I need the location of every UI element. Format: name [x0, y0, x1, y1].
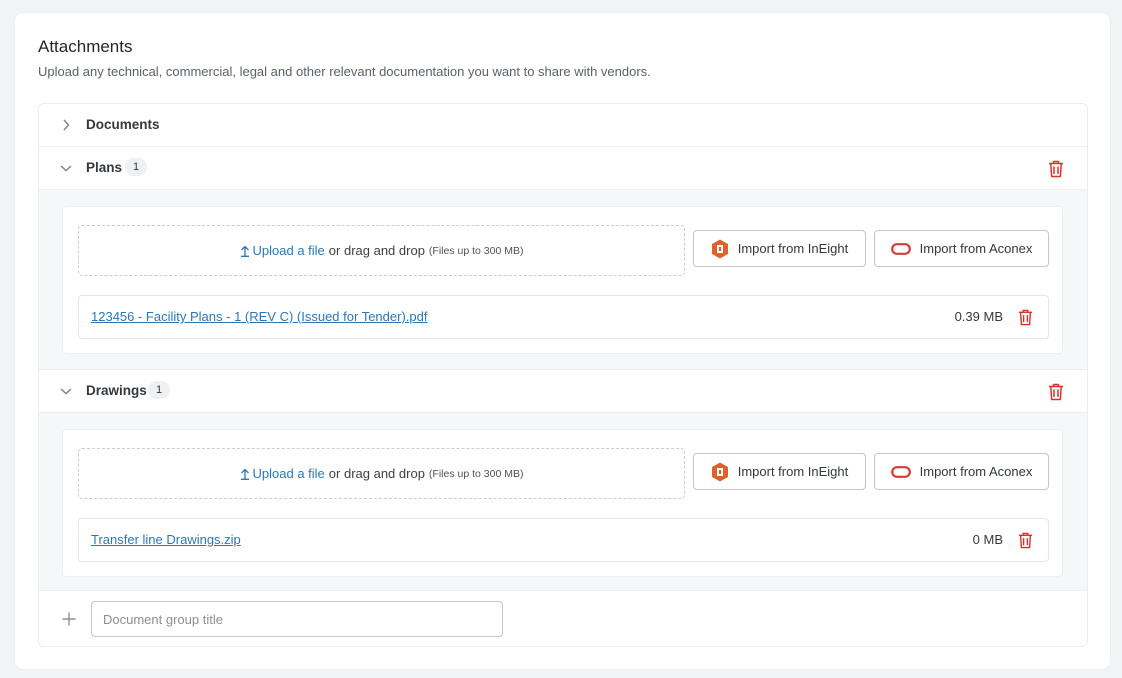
add-group-button[interactable] [61, 611, 77, 627]
plus-icon [62, 612, 76, 626]
delete-group-drawings-button[interactable] [1047, 382, 1065, 401]
plans-dropzone[interactable]: Upload a file or drag and drop (Files up… [78, 225, 685, 276]
plans-import-aconex-button[interactable]: Import from Aconex [874, 230, 1049, 267]
count-badge-drawings: 1 [148, 381, 170, 399]
chevron-right-icon[interactable] [60, 119, 72, 131]
trash-icon [1018, 532, 1032, 548]
group-body-drawings: Upload a file or drag and drop (Files up… [39, 413, 1087, 591]
drawings-import-aconex-button[interactable]: Import from Aconex [874, 453, 1049, 490]
drawings-dropzone[interactable]: Upload a file or drag and drop (Files up… [78, 448, 685, 499]
aconex-logo-icon [890, 465, 911, 478]
document-groups: Documents Plans 1 Upload a file or drag … [38, 103, 1088, 647]
trash-icon [1049, 160, 1063, 177]
delete-file-plans-button[interactable] [1017, 308, 1033, 326]
delete-group-plans-button[interactable] [1047, 159, 1065, 178]
group-label-plans: Plans [86, 160, 123, 175]
drawings-import-ineight-button[interactable]: Import from InEight [693, 453, 866, 490]
plans-file-size: 0.39 MB [954, 309, 1003, 324]
upload-arrow-icon [240, 245, 249, 257]
plans-file-link[interactable]: 123456 - Facility Plans - 1 (REV C) (Iss… [91, 309, 427, 324]
attachments-title: Attachments [38, 37, 133, 56]
group-label-drawings: Drawings [86, 383, 147, 398]
trash-icon [1018, 309, 1032, 325]
document-group-title-input[interactable] [91, 601, 503, 637]
upload-arrow-icon [240, 468, 249, 480]
plans-import-ineight-button[interactable]: Import from InEight [693, 230, 866, 267]
chevron-down-icon[interactable] [60, 162, 72, 174]
group-label-documents: Documents [86, 117, 160, 132]
delete-file-drawings-button[interactable] [1017, 531, 1033, 549]
attachments-subtitle: Upload any technical, commercial, legal … [38, 64, 651, 79]
group-header-plans[interactable]: Plans 1 [39, 147, 1087, 190]
drawings-upload-link[interactable]: Upload a file [240, 466, 325, 481]
drawings-file-row: Transfer line Drawings.zip 0 MB [78, 518, 1049, 562]
group-header-documents[interactable]: Documents [39, 104, 1087, 147]
trash-icon [1049, 383, 1063, 400]
group-header-drawings[interactable]: Drawings 1 [39, 370, 1087, 413]
drawings-file-link[interactable]: Transfer line Drawings.zip [91, 532, 241, 547]
plans-upload-card: Upload a file or drag and drop (Files up… [62, 206, 1063, 354]
ineight-logo-icon [711, 239, 728, 258]
plans-file-row: 123456 - Facility Plans - 1 (REV C) (Iss… [78, 295, 1049, 339]
ineight-logo-icon [711, 462, 728, 481]
group-body-plans: Upload a file or drag and drop (Files up… [39, 190, 1087, 370]
attachments-card: Attachments Upload any technical, commer… [15, 13, 1110, 669]
count-badge-plans: 1 [125, 158, 147, 176]
drawings-file-size: 0 MB [972, 532, 1003, 547]
new-group-row [39, 591, 1087, 646]
drawings-upload-card: Upload a file or drag and drop (Files up… [62, 429, 1063, 577]
aconex-logo-icon [890, 242, 911, 255]
plans-upload-link[interactable]: Upload a file [240, 243, 325, 258]
chevron-down-icon[interactable] [60, 385, 72, 397]
